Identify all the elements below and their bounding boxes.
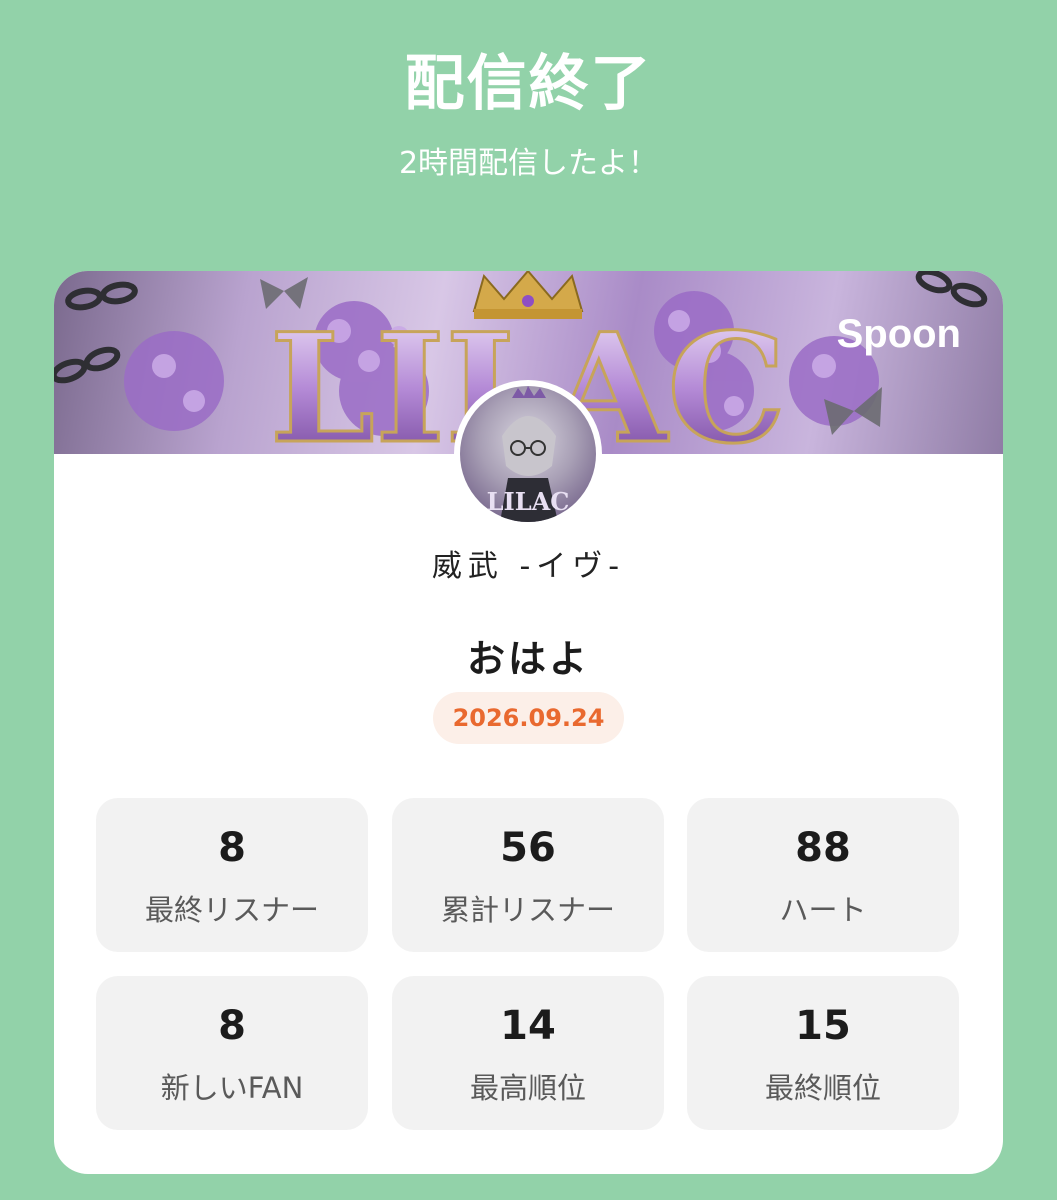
stat-label: 最終順位 <box>764 1071 881 1105</box>
stat-highest-rank: 14 最高順位 <box>392 976 664 1130</box>
avatar-image: LILAC <box>460 386 596 522</box>
stat-label: 最終リスナー <box>144 893 319 927</box>
stat-label: 新しいFAN <box>160 1071 304 1105</box>
stat-hearts: 88 ハート <box>687 798 959 952</box>
stat-new-fans: 8 新しいFAN <box>96 976 368 1130</box>
avatar: LILAC <box>454 380 602 528</box>
stat-label: ハート <box>779 893 867 927</box>
stat-value: 14 <box>500 1003 556 1049</box>
stat-value: 15 <box>795 1003 851 1049</box>
stat-value: 8 <box>218 1003 246 1049</box>
stat-value: 8 <box>218 825 246 871</box>
stat-label: 最高順位 <box>469 1071 586 1105</box>
stat-final-listeners: 8 最終リスナー <box>96 798 368 952</box>
page-subtitle: 2時間配信したよ！ <box>398 146 659 181</box>
username: 威武 -イヴ- <box>431 549 626 584</box>
spoon-logo: Spoon <box>836 312 961 356</box>
live-title: おはよ <box>466 637 590 681</box>
stat-label: 累計リスナー <box>440 893 615 927</box>
stat-value: 88 <box>795 825 851 871</box>
stat-final-rank: 15 最終順位 <box>687 976 959 1130</box>
live-summary-card: LILAC Spoon LILAC 威武 -イヴ- おはよ 2026.09.24 <box>54 271 1003 1174</box>
avatar-text: LILAC <box>487 487 570 516</box>
page-title: 配信終了 <box>404 49 653 119</box>
date-badge: 2026.09.24 <box>433 692 624 744</box>
stat-total-listeners: 56 累計リスナー <box>392 798 664 952</box>
avatar-illustration: LILAC <box>487 386 570 522</box>
stat-value: 56 <box>500 825 556 871</box>
